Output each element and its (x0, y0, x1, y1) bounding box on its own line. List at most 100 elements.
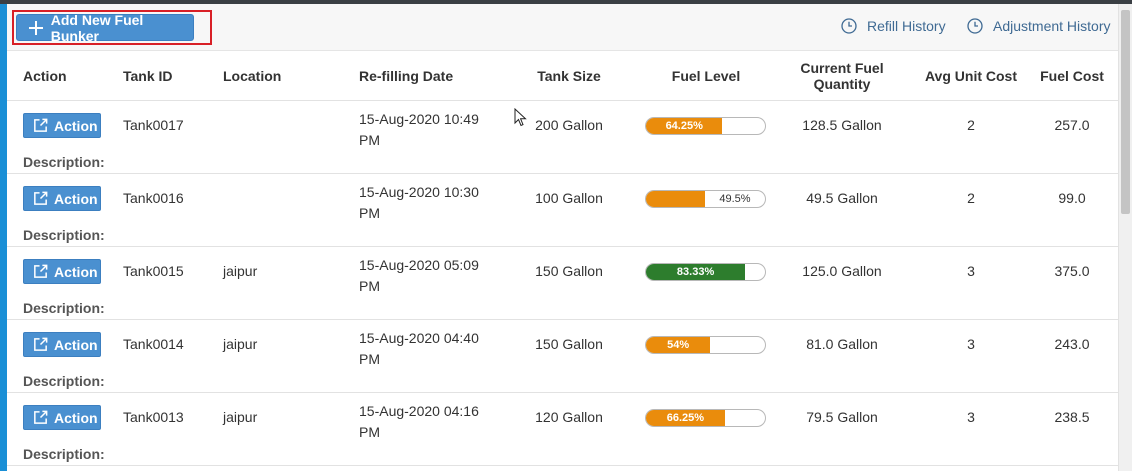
tank-id: Tank0016 (123, 190, 184, 206)
refill-date-line: 15-Aug-2020 05:09 (359, 257, 479, 273)
fuel-cost: 257.0 (1054, 117, 1090, 133)
plus-icon (29, 20, 43, 35)
refill-date-line: PM (359, 205, 380, 221)
column-header-action[interactable]: Action (23, 51, 67, 101)
row-action-button[interactable]: Action (23, 259, 101, 284)
avg-unit-cost: 3 (967, 263, 975, 279)
refill-date-line: 15-Aug-2020 10:30 (359, 184, 479, 200)
action-label: Action (54, 409, 98, 426)
header-line: Quantity (813, 76, 871, 92)
table-row: Action Tank0014 jaipur 15-Aug-2020 04:40… (7, 320, 1118, 393)
avg-unit-cost: 2 (967, 190, 975, 206)
column-header-refill-date[interactable]: Re-filling Date (359, 51, 453, 101)
add-button-label: Add New Fuel Bunker (50, 11, 144, 44)
column-header-fuel-level[interactable]: Fuel Level (646, 51, 766, 101)
external-action-icon (34, 191, 48, 205)
column-header-current-fuel-quantity[interactable]: Current Fuel Quantity (777, 51, 907, 101)
tank-size: 150 Gallon (535, 336, 603, 352)
description-label: Description: (23, 300, 105, 316)
fuel-level-bar: 54% (645, 336, 766, 354)
fuel-level-value: 49.5% (719, 193, 751, 205)
fuel-level-value: 66.25% (666, 412, 705, 424)
refill-date-line: PM (359, 424, 380, 440)
tank-size: 120 Gallon (535, 409, 603, 425)
scrollbar-thumb[interactable] (1121, 10, 1130, 214)
external-action-icon (34, 264, 48, 278)
avg-unit-cost: 3 (967, 409, 975, 425)
refill-date: 15-Aug-2020 10:49 PM (359, 109, 509, 151)
refill-date-line: PM (359, 351, 380, 367)
table-header: Action Tank ID Location Re-filling Date … (7, 51, 1118, 101)
external-action-icon (34, 337, 48, 351)
refill-date-line: PM (359, 278, 380, 294)
action-label: Action (54, 190, 98, 207)
clock-icon (841, 18, 857, 34)
fuel-cost: 238.5 (1054, 409, 1090, 425)
add-new-fuel-bunker-button[interactable]: Add New Fuel Bunker (16, 11, 194, 44)
external-action-icon (34, 118, 48, 132)
action-label: Action (54, 336, 98, 353)
table-row: Action Tank0016 15-Aug-2020 10:30 PM 100… (7, 174, 1118, 247)
location: jaipur (223, 409, 258, 425)
refill-date-line: 15-Aug-2020 04:40 (359, 330, 479, 346)
fuel-level-value: 83.33% (676, 266, 715, 278)
refill-history-label: Refill History (867, 18, 946, 34)
tank-id: Tank0013 (123, 409, 184, 425)
table-row: Action Tank0013 jaipur 15-Aug-2020 04:16… (7, 393, 1118, 466)
clock-icon (967, 18, 983, 34)
column-header-tank-size[interactable]: Tank Size (519, 51, 619, 101)
column-header-fuel-cost[interactable]: Fuel Cost (1032, 51, 1112, 101)
tank-id: Tank0017 (123, 117, 184, 133)
fuel-bunker-page: Add New Fuel Bunker Refill History Adjus… (7, 4, 1118, 471)
vertical-scrollbar[interactable] (1118, 4, 1132, 471)
description-label: Description: (23, 373, 105, 389)
action-label: Action (54, 117, 98, 134)
description-label: Description: (23, 154, 105, 170)
fuel-level-value: 64.25% (665, 120, 703, 132)
action-label: Action (54, 263, 98, 280)
adjustment-history-link[interactable]: Adjustment History (967, 18, 1110, 34)
avg-unit-cost: 3 (967, 336, 975, 352)
table-row: Action Tank0015 jaipur 15-Aug-2020 05:09… (7, 247, 1118, 320)
current-fuel-quantity: 79.5 Gallon (806, 409, 878, 425)
refill-date-line: 15-Aug-2020 10:49 (359, 111, 479, 127)
header-line: Current Fuel (800, 60, 884, 76)
mouse-pointer-icon (514, 108, 527, 127)
column-header-avg-unit-cost[interactable]: Avg Unit Cost (915, 51, 1027, 101)
column-header-location[interactable]: Location (223, 51, 281, 101)
row-action-button[interactable]: Action (23, 332, 101, 357)
tank-size: 150 Gallon (535, 263, 603, 279)
fuel-level-fill (646, 191, 705, 207)
external-action-icon (34, 410, 48, 424)
refill-date-line: PM (359, 132, 380, 148)
fuel-cost: 243.0 (1054, 336, 1090, 352)
tank-size: 200 Gallon (535, 117, 603, 133)
toolbar: Add New Fuel Bunker Refill History Adjus… (7, 4, 1118, 51)
fuel-level-bar: 64.25% (645, 117, 766, 135)
adjustment-history-label: Adjustment History (993, 18, 1111, 34)
fuel-cost: 375.0 (1054, 263, 1090, 279)
avg-unit-cost: 2 (967, 117, 975, 133)
left-accent-strip (0, 4, 7, 471)
current-fuel-quantity: 49.5 Gallon (806, 190, 878, 206)
current-fuel-quantity: 81.0 Gallon (806, 336, 878, 352)
column-header-tank-id[interactable]: Tank ID (123, 51, 173, 101)
row-action-button[interactable]: Action (23, 186, 101, 211)
tank-id: Tank0015 (123, 263, 184, 279)
refill-date: 15-Aug-2020 05:09 PM (359, 255, 509, 297)
refill-date: 15-Aug-2020 04:16 PM (359, 401, 509, 443)
fuel-level-bar: 49.5% (645, 190, 766, 208)
refill-date-line: 15-Aug-2020 04:16 (359, 403, 479, 419)
refill-history-link[interactable]: Refill History (841, 18, 946, 34)
refill-date: 15-Aug-2020 10:30 PM (359, 182, 509, 224)
fuel-cost: 99.0 (1058, 190, 1086, 206)
row-action-button[interactable]: Action (23, 405, 101, 430)
location: jaipur (223, 336, 258, 352)
fuel-level-bar: 66.25% (645, 409, 766, 427)
current-fuel-quantity: 128.5 Gallon (802, 117, 882, 133)
row-action-button[interactable]: Action (23, 113, 101, 138)
description-label: Description: (23, 227, 105, 243)
tank-size: 100 Gallon (535, 190, 603, 206)
current-fuel-quantity: 125.0 Gallon (802, 263, 882, 279)
description-label: Description: (23, 446, 105, 462)
